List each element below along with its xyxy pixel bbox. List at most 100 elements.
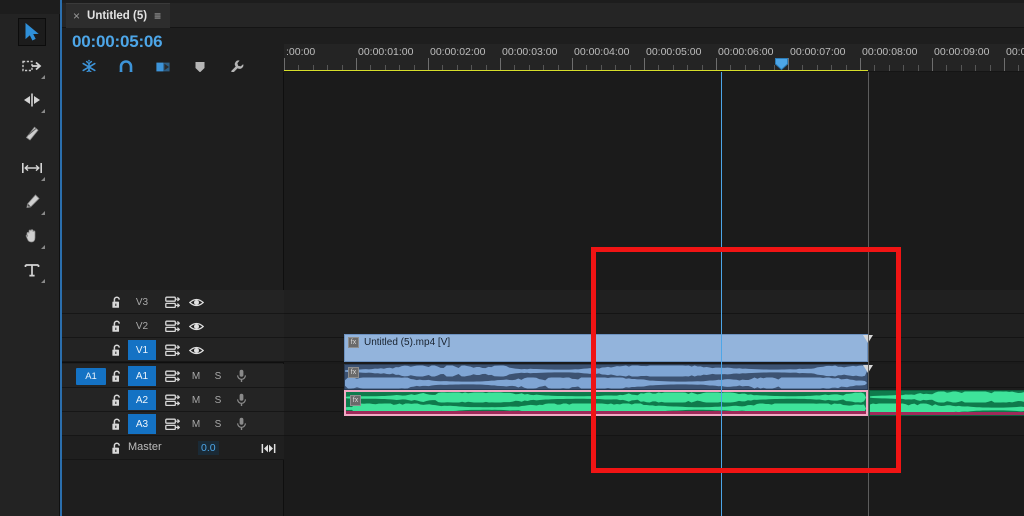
track-output-eye-toggle[interactable] <box>186 341 206 359</box>
hand-icon <box>25 229 36 243</box>
fx-badge-icon[interactable]: fx <box>350 395 361 406</box>
playhead-timecode[interactable]: 00:00:05:06 <box>72 32 282 52</box>
hand-tool[interactable] <box>18 222 46 250</box>
pen-tool[interactable] <box>18 188 46 216</box>
microphone-icon <box>236 393 246 406</box>
sync-lock-icon <box>164 296 180 308</box>
track-header-a2[interactable]: A2 M S <box>62 388 284 412</box>
master-volume-value[interactable]: 0.0 <box>198 441 219 455</box>
eye-icon <box>188 346 204 354</box>
timeline-clip[interactable]: fx <box>344 364 868 390</box>
tab-untitled-5[interactable]: × Untitled (5) ≡ <box>66 3 171 28</box>
selection-tool[interactable] <box>18 18 46 46</box>
timeline-clip[interactable]: fx <box>344 390 868 416</box>
type-tool[interactable] <box>18 256 46 284</box>
track-target-toggle-a3[interactable]: A3 <box>128 414 156 434</box>
ruler-minor-tick <box>1018 65 1020 71</box>
tab-bar-top-edge <box>62 0 1024 3</box>
timeline-clip[interactable]: fx Untitled (5).mp4 [V] <box>344 334 868 362</box>
mute-track-button[interactable]: M <box>188 416 204 432</box>
ruler-minor-tick <box>989 65 991 71</box>
lock-open-icon <box>112 417 120 430</box>
track-header-a3[interactable]: A3 M S <box>62 412 284 436</box>
voice-over-record-button[interactable] <box>232 415 250 433</box>
sync-lock-toggle[interactable] <box>162 391 182 409</box>
track-header-master[interactable]: Master 0.0 <box>62 436 284 460</box>
close-icon[interactable]: × <box>73 10 80 22</box>
microphone-icon <box>236 369 246 382</box>
sync-lock-toggle[interactable] <box>162 415 182 433</box>
track-target-toggle-v1[interactable]: V1 <box>128 340 156 360</box>
solo-track-button[interactable]: S <box>210 392 226 408</box>
track-lanes[interactable]: fx Untitled (5).mp4 [V] fx fx <box>284 72 1024 516</box>
lock-open-icon <box>112 369 120 382</box>
ripple-edit-tool[interactable] <box>18 86 46 114</box>
master-lock-toggle[interactable] <box>108 439 126 457</box>
track-lock-toggle[interactable] <box>108 367 126 385</box>
ruler-major-tick <box>1004 58 1005 71</box>
ruler-label: 00:00:03:00 <box>502 46 558 58</box>
track-header-v1[interactable]: V1 <box>62 338 284 362</box>
playhead-handle[interactable] <box>775 58 788 71</box>
track-target-toggle-v2[interactable]: V2 <box>128 316 156 336</box>
track-lock-toggle[interactable] <box>108 341 126 359</box>
lock-open-icon <box>112 319 120 332</box>
track-lock-toggle[interactable] <box>108 391 126 409</box>
razor-blade-icon <box>25 126 39 141</box>
track-header-v2[interactable]: V2 <box>62 314 284 338</box>
sync-lock-toggle[interactable] <box>162 367 182 385</box>
ruler-label: 00:00:02:00 <box>430 46 486 58</box>
razor-tool[interactable] <box>18 120 46 148</box>
sequence-end-line <box>868 72 869 516</box>
track-lock-toggle[interactable] <box>108 415 126 433</box>
ruler-label: 00:00:06:00 <box>718 46 774 58</box>
panel-tab-bar: × Untitled (5) ≡ <box>62 0 1024 28</box>
lock-open-icon <box>112 441 120 454</box>
playhead-line[interactable] <box>721 72 722 516</box>
ruler-label: 00:00:04:00 <box>574 46 630 58</box>
tool-flyout-corner <box>41 211 45 215</box>
track-output-eye-toggle[interactable] <box>186 317 206 335</box>
sync-lock-toggle[interactable] <box>162 293 182 311</box>
ruler-minor-tick <box>903 65 905 71</box>
track-header-v3[interactable]: V3 <box>62 290 284 314</box>
track-target-toggle-v3[interactable]: V3 <box>128 292 156 312</box>
clip-bottom-strip <box>870 412 1024 415</box>
ruler-minor-tick <box>975 65 977 71</box>
source-patch-a1[interactable]: A1 <box>76 367 106 385</box>
tab-label: Untitled (5) <box>87 10 148 22</box>
master-io-button[interactable] <box>260 440 276 456</box>
voice-over-record-button[interactable] <box>232 391 250 409</box>
voice-over-record-button[interactable] <box>232 367 250 385</box>
track-lane-v3[interactable] <box>284 290 1024 314</box>
slip-tool[interactable] <box>18 154 46 182</box>
lock-open-icon <box>112 393 120 406</box>
track-target-toggle-a2[interactable]: A2 <box>128 390 156 410</box>
eye-icon <box>188 298 204 306</box>
ripple-edit-icon <box>24 93 40 107</box>
track-select-forward-tool[interactable] <box>18 52 46 80</box>
track-header-a1[interactable]: A1 A1 M S <box>62 364 284 388</box>
track-select-forward-icon <box>22 60 42 72</box>
track-lock-toggle[interactable] <box>108 293 126 311</box>
timeline-ruler[interactable]: :00:00 00:00:01:00 00:00:02:00 00:00:03:00 0… <box>284 44 1024 72</box>
ruler-label: 00:00:05:00 <box>646 46 702 58</box>
track-output-eye-toggle[interactable] <box>186 293 206 311</box>
ruler-label: 00:00:07:00 <box>790 46 846 58</box>
solo-track-button[interactable]: S <box>210 416 226 432</box>
timeline-clip[interactable] <box>869 390 1024 416</box>
sync-lock-icon <box>164 320 180 332</box>
fx-badge-icon[interactable]: fx <box>348 367 359 378</box>
fx-badge-icon[interactable]: fx <box>348 336 359 348</box>
track-target-toggle-a1[interactable]: A1 <box>128 366 156 386</box>
tool-flyout-corner <box>41 279 45 283</box>
lock-open-icon <box>112 295 120 308</box>
tools-panel-top-edge <box>0 0 60 14</box>
solo-track-button[interactable]: S <box>210 368 226 384</box>
mute-track-button[interactable]: M <box>188 392 204 408</box>
sync-lock-toggle[interactable] <box>162 317 182 335</box>
track-lock-toggle[interactable] <box>108 317 126 335</box>
mute-track-button[interactable]: M <box>188 368 204 384</box>
sync-lock-toggle[interactable] <box>162 341 182 359</box>
panel-menu-icon[interactable]: ≡ <box>154 9 161 23</box>
